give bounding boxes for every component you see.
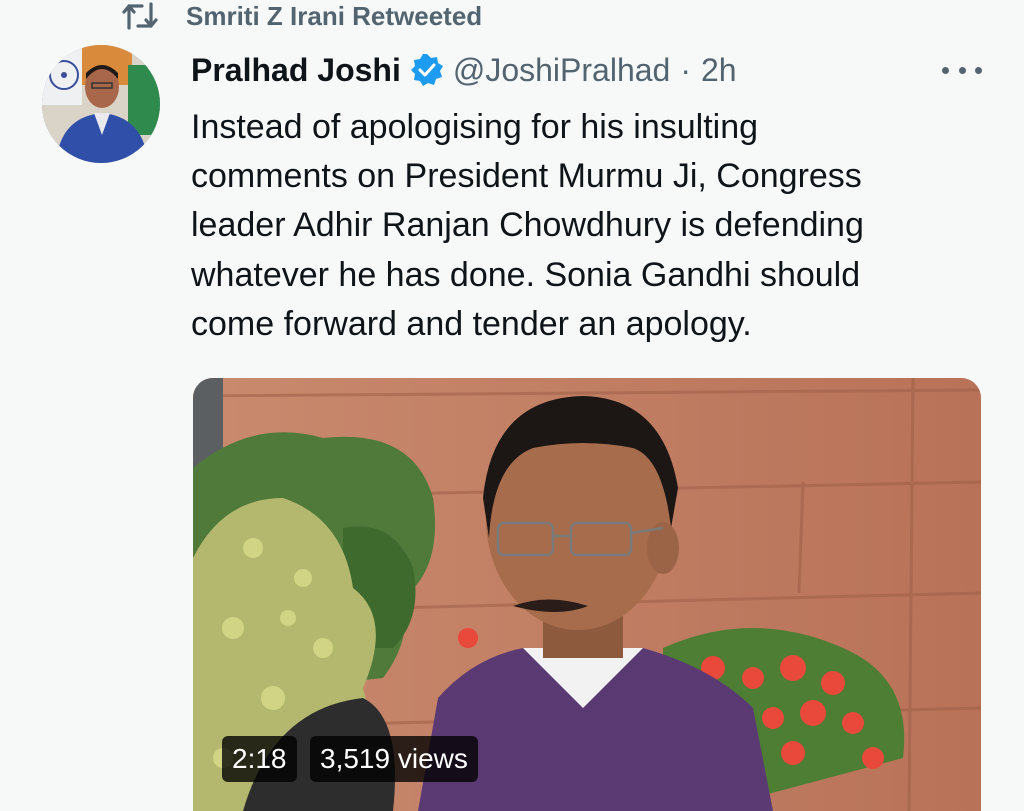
- retweet-context[interactable]: Smriti Z Irani Retweeted: [120, 0, 482, 32]
- author-name[interactable]: Pralhad Joshi: [191, 52, 401, 89]
- separator-dot: ·: [680, 51, 691, 88]
- retweet-icon: [120, 1, 160, 31]
- video-duration-badge: 2:18: [222, 736, 297, 782]
- more-icon: [942, 66, 949, 74]
- tweet-text-line: comments on President Murmu Ji, Congress: [191, 157, 862, 196]
- tweet-text-line: whatever he has done. Sonia Gandhi shoul…: [191, 255, 861, 294]
- retweet-label[interactable]: Smriti Z Irani Retweeted: [186, 1, 482, 32]
- verified-badge-icon: [409, 52, 445, 88]
- more-options-button[interactable]: [942, 56, 982, 84]
- tweet-timestamp[interactable]: 2h: [701, 52, 737, 89]
- tweet-header: Pralhad Joshi @JoshiPralhad · 2h: [191, 50, 737, 90]
- avatar[interactable]: [42, 45, 160, 163]
- tweet-text: Instead of apologising for his insulting…: [191, 103, 951, 349]
- more-icon-dot: [975, 66, 982, 74]
- video-views-badge: 3,519 views: [310, 736, 478, 782]
- more-icon-dot: [958, 66, 966, 74]
- tweet-page: Smriti Z Irani Retweeted Pralhad Joshi @…: [0, 0, 1024, 811]
- author-handle[interactable]: @JoshiPralhad: [453, 52, 670, 89]
- tweet-text-line: Instead of apologising for his insulting: [191, 108, 759, 146]
- tweet-text-line: leader Adhir Ranjan Chowdhury is defendi…: [191, 206, 864, 245]
- tweet-text-line: come forward and tender an apology.: [191, 304, 752, 343]
